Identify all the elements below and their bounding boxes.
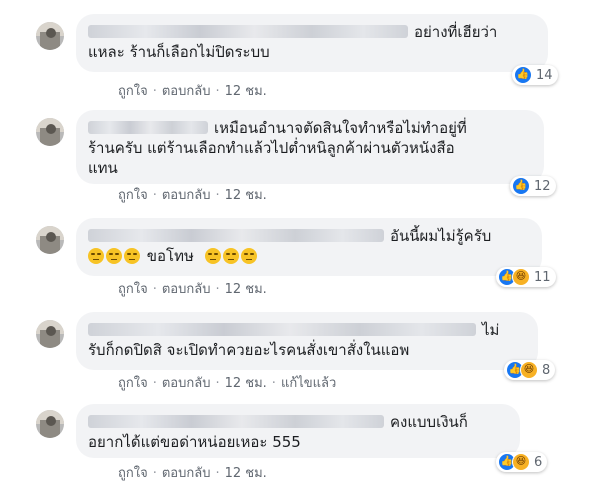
comment-actions: ถูกใจ · ตอบกลับ · 12 ชม. <box>118 80 267 101</box>
reaction-count: 6 <box>534 454 543 470</box>
author-name-blurred[interactable] <box>88 121 208 134</box>
reaction-summary[interactable]: 👍 😆 11 <box>496 267 556 287</box>
avatar[interactable] <box>36 226 64 254</box>
like-link[interactable]: ถูกใจ <box>118 184 148 205</box>
avatar[interactable] <box>36 320 64 348</box>
timestamp[interactable]: 12 ชม. <box>225 462 267 483</box>
like-link[interactable]: ถูกใจ <box>118 80 148 101</box>
comment-1: อย่างที่เฮียว่า แหละ ร้านก็เลือกไม่ปิดระ… <box>36 14 558 99</box>
comment-text-line3: แทน <box>88 159 118 177</box>
author-name-blurred[interactable] <box>88 25 408 38</box>
comment-text-line1: ไม่ <box>482 321 500 339</box>
laughing-face-icon: 😆 <box>512 453 530 471</box>
timestamp[interactable]: 12 ชม. <box>225 278 267 299</box>
expressionless-face-icon <box>222 247 239 264</box>
reaction-summary[interactable]: 👍 😆 8 <box>504 360 556 380</box>
like-link[interactable]: ถูกใจ <box>118 278 148 299</box>
comment-bubble: อันนี้ผมไม่รู้ครับ ขอโทษ <box>76 218 542 276</box>
reaction-count: 8 <box>542 362 551 378</box>
expressionless-face-icon <box>240 247 257 264</box>
reaction-count: 11 <box>534 269 551 285</box>
comment-text-line2: รับก็กดปิดสิ จะเปิดทำควยอะไรคนสั่งเขาสั่… <box>88 341 410 359</box>
reply-link[interactable]: ตอบกลับ <box>162 80 211 101</box>
comment-actions: ถูกใจ · ตอบกลับ · 12 ชม. <box>118 278 267 299</box>
comment-text-line1: เหมือนอำนาจตัดสินใจทำหรือไม่ทำอยู่ที่ <box>214 119 467 137</box>
comment-actions: ถูกใจ · ตอบกลับ · 12 ชม. <box>118 462 267 483</box>
reply-link[interactable]: ตอบกลับ <box>162 278 211 299</box>
reaction-summary[interactable]: 👍 12 <box>510 176 556 196</box>
avatar[interactable] <box>36 22 64 50</box>
comment-thread: อย่างที่เฮียว่า แหละ ร้านก็เลือกไม่ปิดระ… <box>0 0 600 492</box>
reply-link[interactable]: ตอบกลับ <box>162 372 211 393</box>
like-link[interactable]: ถูกใจ <box>118 462 148 483</box>
expressionless-face-icon <box>106 247 122 264</box>
thumbs-up-icon: 👍 <box>512 177 530 195</box>
comment-text-line1: คงแบบเงินก็ <box>390 413 468 431</box>
comment-text-line2: ขอโทษ <box>146 247 194 265</box>
author-name-blurred[interactable] <box>88 229 384 242</box>
reply-link[interactable]: ตอบกลับ <box>162 462 211 483</box>
comment-text-line1: อันนี้ผมไม่รู้ครับ <box>390 227 492 245</box>
comment-bubble: เหมือนอำนาจตัดสินใจทำหรือไม่ทำอยู่ที่ ร้… <box>76 110 544 184</box>
comment-text-line2: แหละ ร้านก็เลือกไม่ปิดระบบ <box>88 43 270 61</box>
laughing-face-icon: 😆 <box>512 268 530 286</box>
comment-bubble: คงแบบเงินก็ อยากได้แต่ขอด่าหน่อยเหอะ 555 <box>76 404 520 458</box>
comment-actions: ถูกใจ · ตอบกลับ · 12 ชม. <box>118 184 267 205</box>
expressionless-face-icon <box>204 247 221 264</box>
expressionless-face-icon <box>88 247 104 264</box>
reaction-summary[interactable]: 👍 😆 6 <box>496 452 548 472</box>
comment-4: ไม่ รับก็กดปิดสิ จะเปิดทำควยอะไรคนสั่งเข… <box>36 312 556 391</box>
author-name-blurred[interactable] <box>88 323 476 336</box>
reaction-count: 14 <box>536 67 553 83</box>
comment-text-line2: ร้านครับ แต่ร้านเลือกทำแล้วไปต่ำหนิลูกค้… <box>88 139 455 157</box>
thumbs-up-icon: 👍 <box>514 66 532 84</box>
comment-text-line2: อยากได้แต่ขอด่าหน่อยเหอะ 555 <box>88 433 301 451</box>
timestamp[interactable]: 12 ชม. <box>225 372 267 393</box>
reply-link[interactable]: ตอบกลับ <box>162 184 211 205</box>
timestamp[interactable]: 12 ชม. <box>225 80 267 101</box>
expressionless-face-icon <box>124 247 140 264</box>
timestamp[interactable]: 12 ชม. <box>225 184 267 205</box>
comment-text-line1: อย่างที่เฮียว่า <box>414 23 498 41</box>
comment-bubble: ไม่ รับก็กดปิดสิ จะเปิดทำควยอะไรคนสั่งเข… <box>76 312 538 370</box>
comment-actions: ถูกใจ · ตอบกลับ · 12 ชม. · แก้ไขแล้ว <box>118 372 336 393</box>
avatar[interactable] <box>36 118 64 146</box>
comment-3: อันนี้ผมไม่รู้ครับ ขอโทษ 👍 😆 11 ถูกใจ · ตอ… <box>36 218 556 297</box>
edited-label[interactable]: แก้ไขแล้ว <box>281 372 336 393</box>
laughing-face-icon: 😆 <box>520 361 538 379</box>
comment-5: คงแบบเงินก็ อยากได้แต่ขอด่าหน่อยเหอะ 555… <box>36 404 548 481</box>
avatar[interactable] <box>36 410 64 438</box>
comment-2: เหมือนอำนาจตัดสินใจทำหรือไม่ทำอยู่ที่ ร้… <box>36 110 556 203</box>
reaction-count: 12 <box>534 178 551 194</box>
like-link[interactable]: ถูกใจ <box>118 372 148 393</box>
reaction-summary[interactable]: 👍 14 <box>512 65 558 85</box>
author-name-blurred[interactable] <box>88 415 384 428</box>
comment-bubble: อย่างที่เฮียว่า แหละ ร้านก็เลือกไม่ปิดระ… <box>76 14 548 72</box>
